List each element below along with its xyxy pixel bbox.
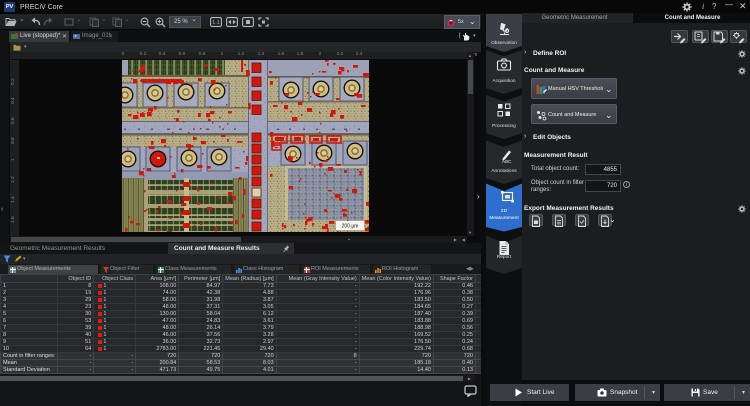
svg-text:1:1: 1:1 bbox=[212, 20, 220, 26]
svg-text:200 µm: 200 µm bbox=[342, 224, 359, 230]
svg-text:ABC: ABC bbox=[502, 159, 512, 164]
